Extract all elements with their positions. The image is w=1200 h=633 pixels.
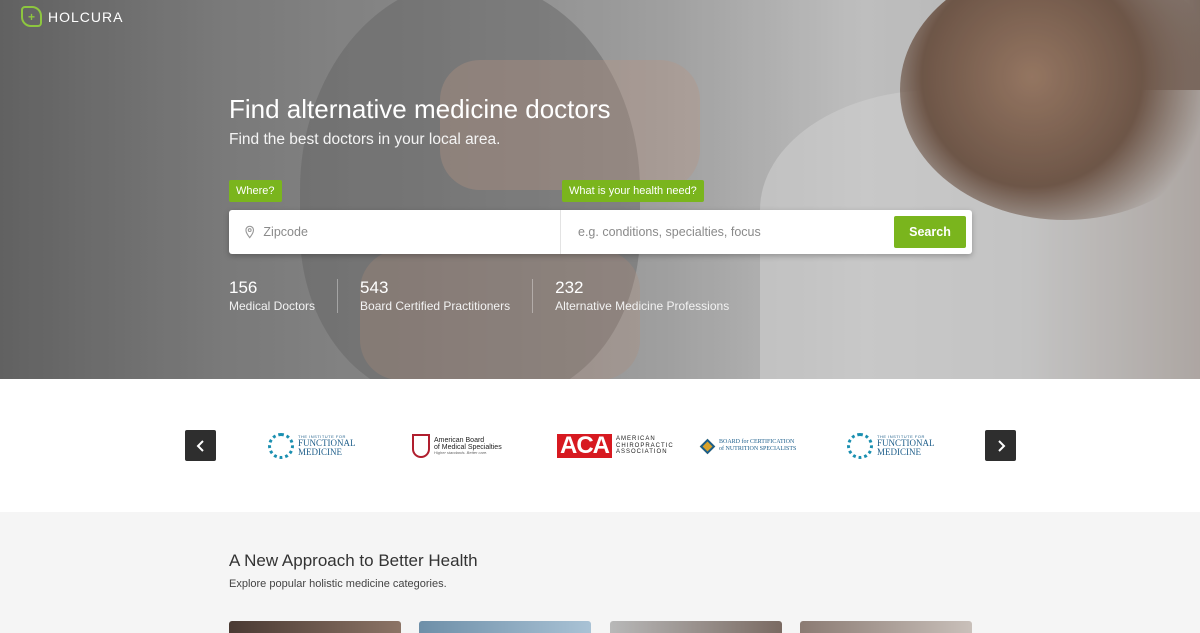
ifm-mark-icon bbox=[847, 433, 873, 459]
aca-line-2: CHIROPRACTIC bbox=[616, 442, 674, 449]
ifm-mark-icon bbox=[268, 433, 294, 459]
zipcode-field-wrapper bbox=[229, 210, 561, 254]
health-need-label: What is your health need? bbox=[562, 180, 704, 202]
stat-medical-doctors: 156 Medical Doctors bbox=[229, 278, 339, 313]
approach-title: A New Approach to Better Health bbox=[229, 551, 478, 570]
chevron-left-icon bbox=[196, 439, 204, 452]
health-need-field-wrapper bbox=[561, 210, 894, 254]
partner-logo-bcns[interactable]: BOARD for CERTIFICATION of NUTRITION SPE… bbox=[699, 431, 797, 461]
stat-label: Alternative Medicine Professions bbox=[555, 299, 730, 313]
health-need-input[interactable] bbox=[578, 225, 894, 239]
carousel-next-button[interactable] bbox=[985, 430, 1016, 461]
map-pin-icon bbox=[245, 225, 255, 239]
stat-value: 156 bbox=[229, 278, 258, 297]
where-label: Where? bbox=[229, 180, 282, 202]
abms-tagline: Higher standards. Better care. bbox=[434, 450, 488, 456]
search-button[interactable]: Search bbox=[894, 216, 966, 248]
leaf-plus-icon: + bbox=[21, 6, 42, 27]
carousel-prev-button[interactable] bbox=[185, 430, 216, 461]
partner-logo-aca[interactable]: ACA AMERICAN CHIROPRACTIC ASSOCIATION bbox=[557, 431, 674, 461]
stat-alternative-professions: 232 Alternative Medicine Professions bbox=[555, 278, 751, 314]
brand-name: HOLCURA bbox=[48, 8, 124, 25]
partner-logo-ifm-2[interactable]: THE INSTITUTE FOR FUNCTIONAL MEDICINE bbox=[847, 431, 935, 461]
bcns-line-1: BOARD for CERTIFICATION bbox=[719, 439, 795, 446]
category-card-2[interactable] bbox=[419, 621, 591, 633]
stats-row: 156 Medical Doctors 543 Board Certified … bbox=[229, 279, 773, 313]
bcns-diamond-icon bbox=[699, 438, 716, 454]
ifm-big-text-2: MEDICINE bbox=[298, 447, 342, 457]
ifm-big-text-2: MEDICINE bbox=[877, 447, 921, 457]
stat-label: Board Certified Practitioners bbox=[360, 299, 511, 313]
hero-section: + HOLCURA Find alternative medicine doct… bbox=[0, 0, 1200, 379]
category-card-1[interactable] bbox=[229, 621, 401, 633]
bcns-line-2: of NUTRITION SPECIALISTS bbox=[719, 446, 797, 452]
partner-logo-carousel: THE INSTITUTE FOR FUNCTIONAL MEDICINE Am… bbox=[0, 379, 1200, 512]
abms-shield-icon bbox=[412, 434, 430, 458]
stat-value: 543 bbox=[360, 278, 389, 297]
partner-logo-ifm[interactable]: THE INSTITUTE FOR FUNCTIONAL MEDICINE bbox=[268, 431, 356, 461]
category-card-3[interactable] bbox=[610, 621, 782, 633]
search-bar: Search bbox=[229, 210, 972, 254]
aca-line-3: ASSOCIATION bbox=[616, 449, 668, 456]
stat-board-certified: 543 Board Certified Practitioners bbox=[360, 278, 534, 313]
stat-value: 232 bbox=[555, 278, 584, 297]
hero-title: Find alternative medicine doctors bbox=[229, 94, 611, 124]
aca-mark: ACA bbox=[557, 434, 612, 458]
zipcode-input[interactable] bbox=[263, 225, 560, 239]
abms-line-1: American Board bbox=[434, 436, 485, 444]
brand-logo[interactable]: + HOLCURA bbox=[21, 6, 123, 27]
chevron-right-icon bbox=[997, 439, 1005, 452]
approach-section: A New Approach to Better Health Explore … bbox=[0, 512, 1200, 633]
approach-subtitle: Explore popular holistic medicine catego… bbox=[229, 578, 447, 590]
aca-line-1: AMERICAN bbox=[616, 435, 656, 442]
category-card-4[interactable] bbox=[800, 621, 972, 633]
stat-label: Medical Doctors bbox=[229, 299, 316, 313]
partner-logo-abms[interactable]: American Board of Medical Specialties Hi… bbox=[412, 431, 502, 461]
hero-subtitle: Find the best doctors in your local area… bbox=[229, 131, 501, 148]
